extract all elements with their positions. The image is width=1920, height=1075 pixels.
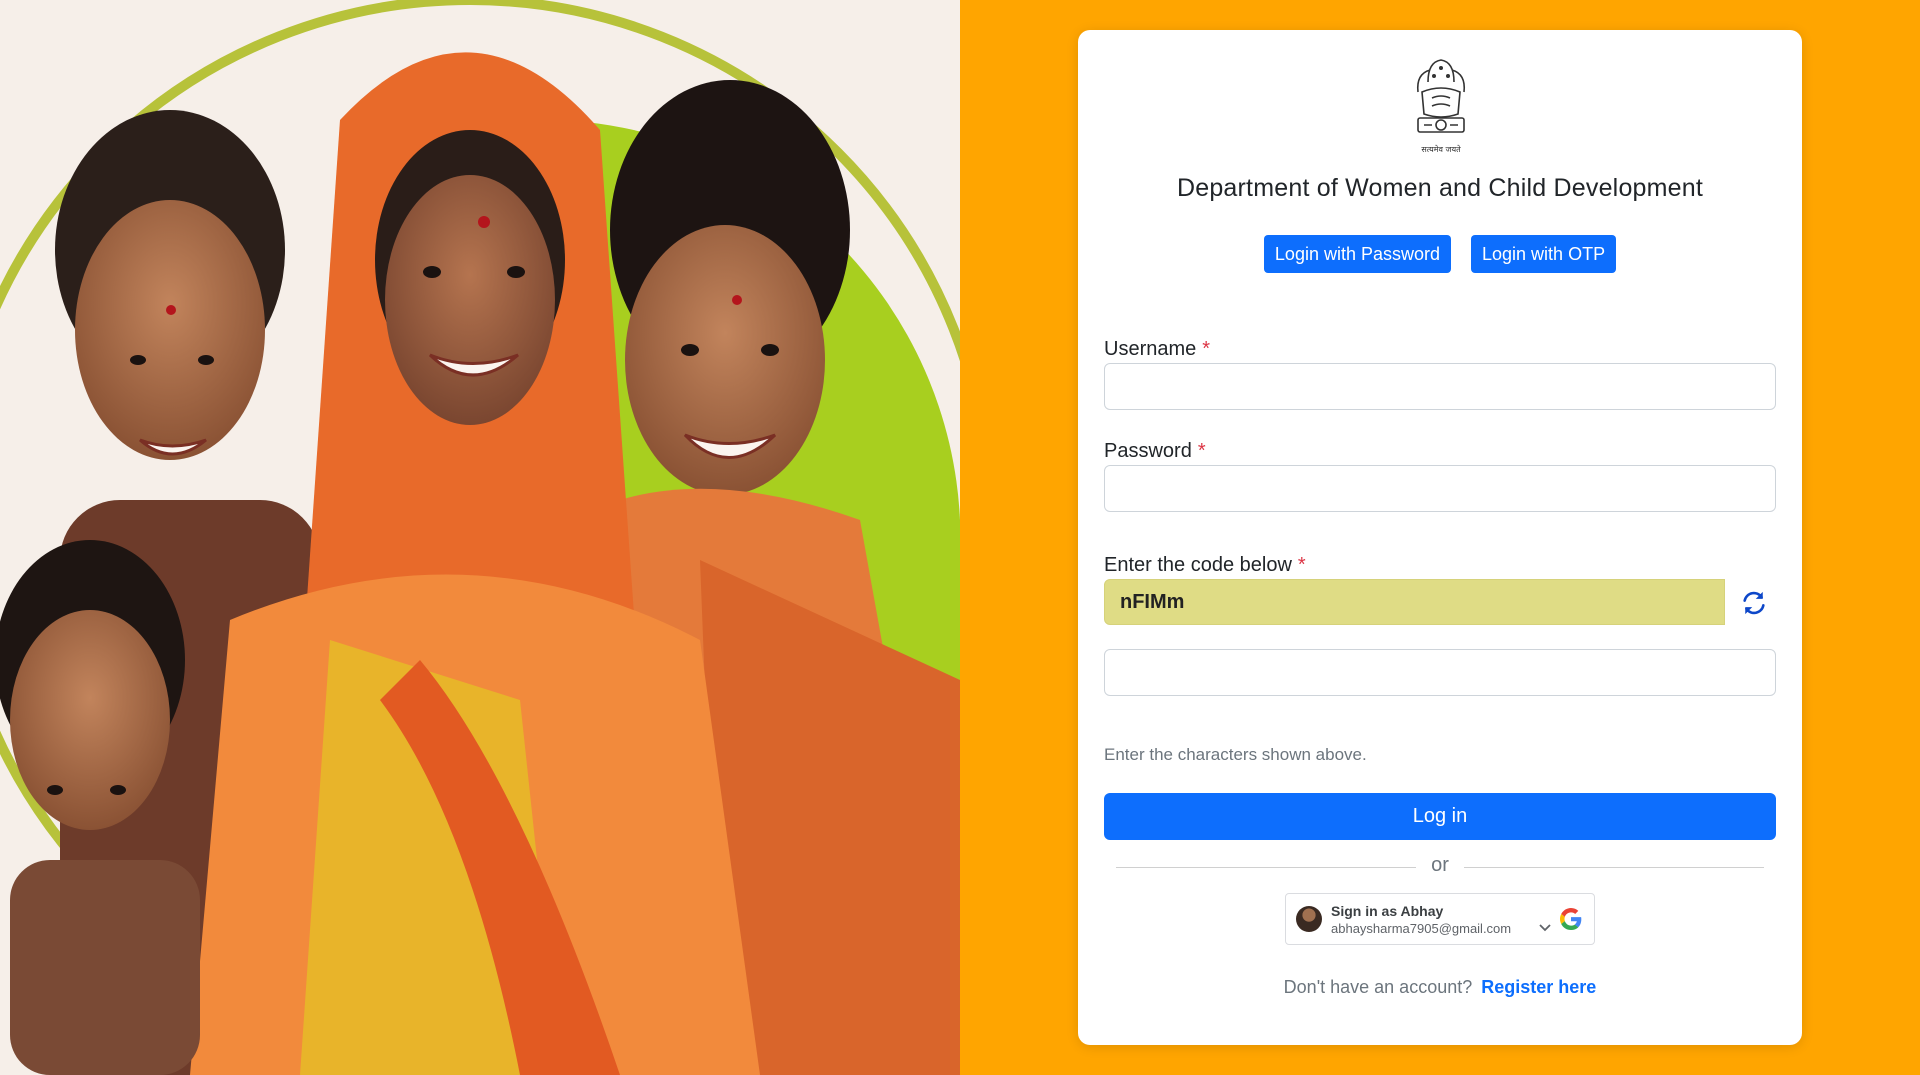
required-marker: * [1297, 554, 1306, 576]
user-avatar [1296, 906, 1322, 932]
register-prompt: Don't have an account? Register here [1078, 977, 1802, 998]
password-input[interactable] [1104, 465, 1776, 512]
hero-illustration [0, 0, 960, 1075]
hero-image [0, 0, 960, 1075]
captcha-help-text: Enter the characters shown above. [1104, 745, 1367, 764]
username-label-text: Username [1104, 338, 1197, 360]
google-signin-title: Sign in as Abhay [1331, 903, 1444, 919]
username-label: Username * [1104, 338, 1210, 361]
login-panel: सत्यमेव जयते Department of Women and Chi… [960, 0, 1920, 1075]
google-signin-button[interactable]: Sign in as Abhay abhaysharma7905@gmail.c… [1285, 893, 1595, 945]
password-label-text: Password [1104, 440, 1192, 462]
login-card: सत्यमेव जयते Department of Women and Chi… [1078, 30, 1802, 1045]
captcha-code: nFIMm [1104, 579, 1725, 625]
required-marker: * [1197, 440, 1206, 462]
register-prompt-text: Don't have an account? [1283, 977, 1473, 997]
refresh-captcha-icon[interactable] [1740, 589, 1768, 617]
login-mode-toggle: Login with Password Login with OTP [1078, 235, 1802, 273]
register-link[interactable]: Register here [1481, 977, 1596, 997]
required-marker: * [1202, 338, 1211, 360]
page-title: Department of Women and Child Developmen… [1176, 174, 1704, 202]
login-button[interactable]: Log in [1104, 793, 1776, 840]
captcha-label: Enter the code below * [1104, 554, 1306, 577]
chevron-down-icon [1539, 924, 1551, 932]
or-divider: or [1116, 852, 1764, 882]
google-signin-email: abhaysharma7905@gmail.com [1331, 921, 1512, 936]
password-label: Password * [1104, 440, 1206, 463]
login-with-password-button[interactable]: Login with Password [1263, 235, 1452, 273]
username-input[interactable] [1104, 363, 1776, 410]
google-g-icon [1560, 908, 1582, 930]
emblem-motto: सत्यमेव जयते [1421, 144, 1461, 154]
state-emblem-logo: सत्यमेव जयते [1416, 59, 1466, 154]
captcha-input[interactable] [1104, 649, 1776, 696]
captcha-label-text: Enter the code below [1104, 554, 1292, 576]
divider-line-right [1464, 867, 1764, 868]
login-with-otp-button[interactable]: Login with OTP [1471, 235, 1617, 273]
or-text: or [1431, 854, 1449, 876]
